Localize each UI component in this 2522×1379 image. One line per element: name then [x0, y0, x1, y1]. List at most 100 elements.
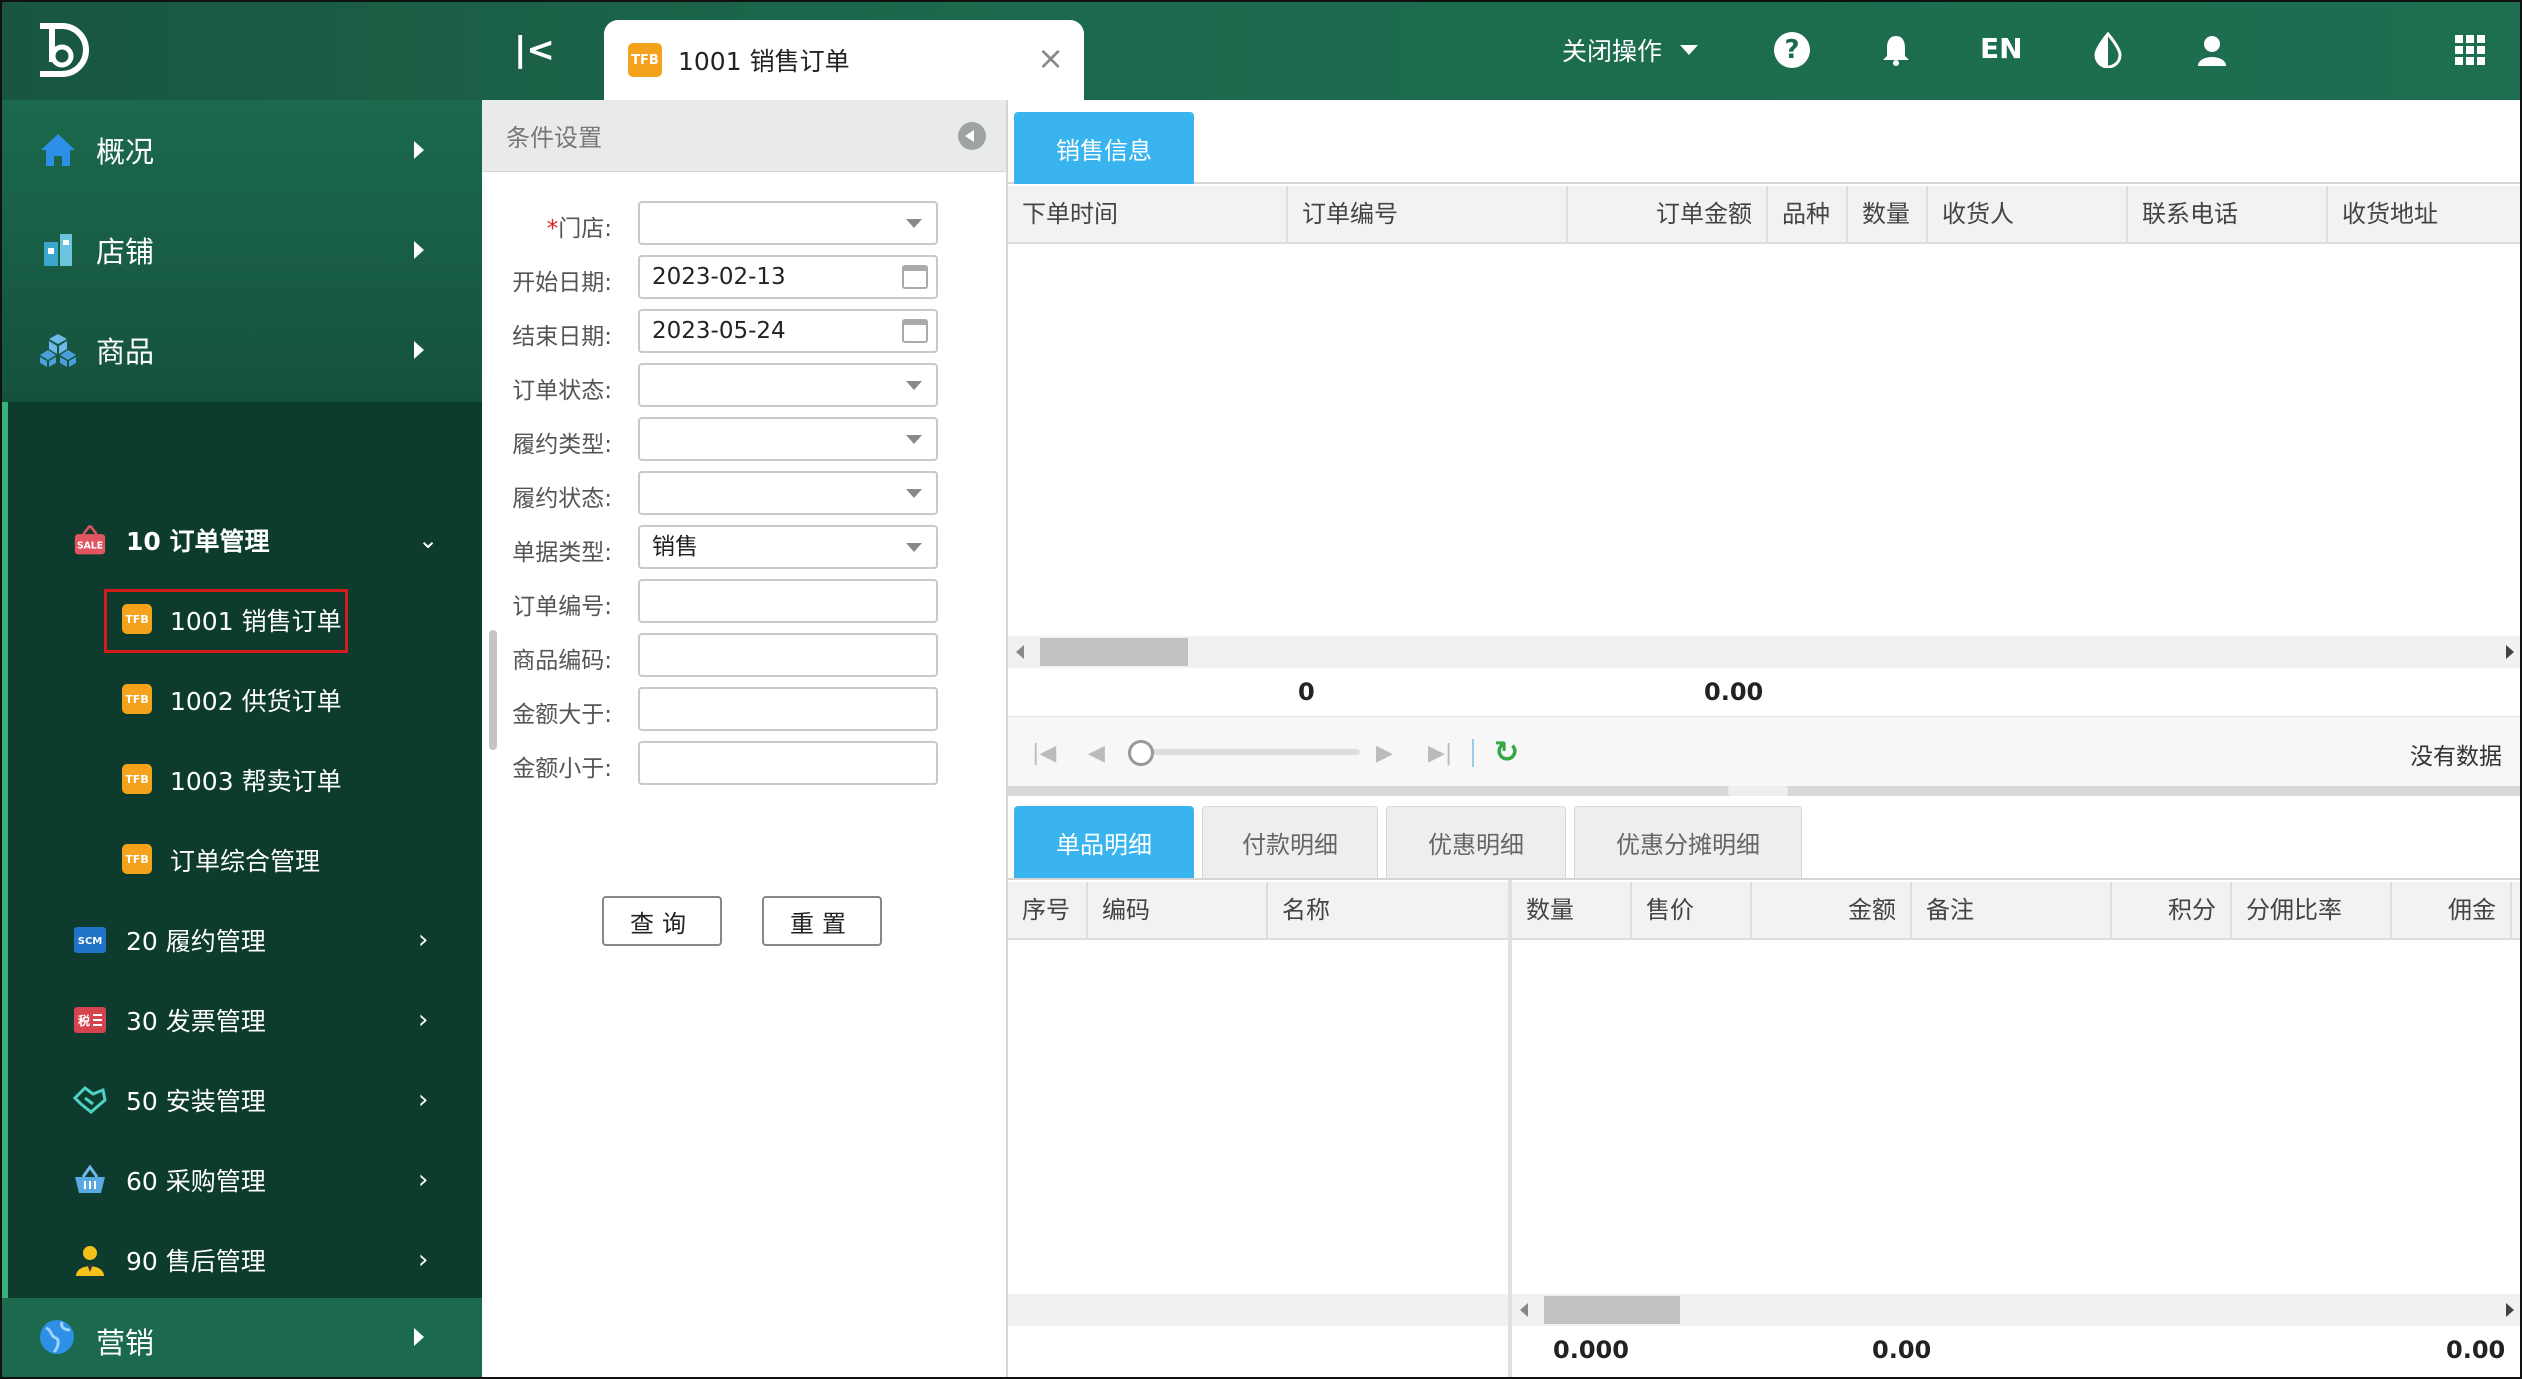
sidebar-item-supply-order[interactable]: TFB 1002 供货订单 [0, 660, 482, 740]
query-button[interactable]: 查询 [602, 896, 722, 946]
page-slider-track[interactable] [1136, 749, 1360, 755]
fulfill-status-label: 履约状态: [512, 486, 612, 512]
sidebar-item-consign-order[interactable]: TFB 1003 帮卖订单 [0, 740, 482, 820]
detail-sum-amount: 0.00 [1872, 1336, 1932, 1364]
scrollbar-thumb[interactable] [1544, 1296, 1680, 1324]
sidebar-item-aftersales[interactable]: 90 售后管理 › [0, 1220, 482, 1300]
amount-gt-row: 金额大于: [482, 687, 1008, 733]
close-tab-icon[interactable]: × [1037, 40, 1064, 76]
language-toggle[interactable]: EN [1980, 32, 2023, 65]
close-operations-label: 关闭操作 [1562, 37, 1663, 66]
column-header[interactable]: 分佣比率 [2232, 882, 2392, 938]
detail-grid-hscrollbar[interactable] [1512, 1294, 2522, 1326]
tab-item-detail[interactable]: 单品明细 [1014, 806, 1194, 878]
page-slider-knob[interactable] [1128, 740, 1154, 766]
column-header[interactable]: 数量 [1848, 186, 1928, 242]
scroll-left-icon[interactable] [1520, 1303, 1528, 1317]
chevron-right-icon [414, 341, 424, 359]
store-select[interactable] [638, 201, 938, 245]
horizontal-splitter[interactable] [1008, 786, 2522, 796]
column-header[interactable]: 数量 [1512, 882, 1632, 938]
sidebar-item-label: 营销 [96, 1326, 155, 1360]
column-header[interactable]: 品种 [1768, 186, 1848, 242]
product-code-row: 商品编码: [482, 633, 1008, 679]
tab-payment-detail[interactable]: 付款明细 [1202, 806, 1378, 878]
end-date-input[interactable]: 2023-05-24 [638, 309, 938, 353]
prev-page-icon[interactable]: ◀ [1088, 741, 1105, 766]
close-operations-dropdown[interactable]: 关闭操作 [1562, 32, 1699, 68]
sidebar-item-products[interactable]: 商品 [0, 300, 482, 400]
bell-icon[interactable] [1876, 30, 1916, 70]
sidebar-item-label: 90 售后管理 [126, 1247, 266, 1276]
sidebar-item-fulfillment[interactable]: SCM 20 履约管理 › [0, 900, 482, 980]
invoice-icon: 税 [72, 1002, 108, 1038]
scroll-right-icon[interactable] [2506, 645, 2514, 659]
panel-resize-handle[interactable] [489, 630, 497, 750]
column-header[interactable]: 金额 [1752, 882, 1912, 938]
app-logo-icon [40, 23, 89, 77]
sidebar-item-store[interactable]: 店铺 [0, 200, 482, 300]
column-header[interactable]: 收货地址 [2328, 186, 2522, 242]
user-icon[interactable] [2192, 30, 2232, 70]
help-icon[interactable]: ? [1772, 30, 1812, 70]
product-code-input[interactable] [638, 633, 938, 677]
column-header[interactable]: 积分 [2112, 882, 2232, 938]
sidebar-item-installation[interactable]: 50 安装管理 › [0, 1060, 482, 1140]
order-no-input[interactable] [638, 579, 938, 623]
refresh-icon[interactable]: ↻ [1494, 735, 1519, 770]
sidebar-item-invoice[interactable]: 税 30 发票管理 › [0, 980, 482, 1060]
amount-lt-input[interactable] [638, 741, 938, 785]
column-header[interactable]: 联系电话 [2128, 186, 2328, 242]
column-header[interactable]: 佣金 [2392, 882, 2512, 938]
column-header[interactable]: 序号 [1008, 882, 1088, 938]
sidebar-item-marketing[interactable]: 营销 [0, 1298, 482, 1379]
amount-gt-input[interactable] [638, 687, 938, 731]
column-header[interactable]: 编码 [1088, 882, 1268, 938]
tab-discount-allocation[interactable]: 优惠分摊明细 [1574, 806, 1802, 878]
tab-sales-order[interactable]: TFB 1001 销售订单 × [604, 20, 1084, 100]
sidebar-collapse-icon[interactable]: |< [514, 30, 555, 70]
collapse-panel-icon[interactable] [958, 122, 986, 150]
doc-type-select[interactable]: 销售 [638, 525, 938, 569]
sales-grid-hscrollbar[interactable] [1008, 636, 2522, 668]
sidebar-item-label: 30 发票管理 [126, 1007, 266, 1036]
last-page-icon[interactable]: ▶| [1428, 741, 1452, 766]
order-status-select[interactable] [638, 363, 938, 407]
sidebar-item-order-management[interactable]: SALE 10 订单管理 ⌄ [0, 500, 482, 580]
store-icon [38, 230, 78, 270]
first-page-icon[interactable]: |◀ [1032, 741, 1056, 766]
sidebar-item-purchase[interactable]: 60 采购管理 › [0, 1140, 482, 1220]
calendar-icon[interactable] [902, 265, 928, 289]
sidebar-item-order-overall[interactable]: TFB 订单综合管理 [0, 820, 482, 900]
next-page-icon[interactable]: ▶ [1376, 741, 1393, 766]
column-header[interactable]: 订单编号 [1288, 186, 1568, 242]
splitter-handle[interactable] [1728, 786, 1788, 796]
apps-grid-icon[interactable] [2450, 30, 2490, 70]
tab-discount-detail[interactable]: 优惠明细 [1386, 806, 1566, 878]
theme-contrast-icon[interactable] [2088, 30, 2128, 70]
chevron-right-icon: › [418, 1085, 429, 1115]
sidebar-item-overview[interactable]: 概况 [0, 100, 482, 200]
order-status-row: 订单状态: [482, 363, 1008, 409]
end-date-row: 结束日期: 2023-05-24 [482, 309, 1008, 355]
reset-button[interactable]: 重置 [762, 896, 882, 946]
scroll-left-icon[interactable] [1016, 645, 1024, 659]
tab-sales-info[interactable]: 销售信息 [1014, 112, 1194, 184]
scrollbar-thumb[interactable] [1040, 638, 1188, 666]
fulfill-status-select[interactable] [638, 471, 938, 515]
column-header[interactable]: 售价 [1632, 882, 1752, 938]
column-header[interactable]: 备注 [1912, 882, 2112, 938]
column-header[interactable]: 下单时间 [1008, 186, 1288, 242]
column-header[interactable]: 订单金额 [1568, 186, 1768, 242]
start-date-input[interactable]: 2023-02-13 [638, 255, 938, 299]
column-header[interactable]: 名称 [1268, 882, 1510, 938]
scroll-right-icon[interactable] [2506, 1303, 2514, 1317]
detail-sum-commission: 0.00 [2446, 1336, 2506, 1364]
column-header[interactable]: 收货人 [1928, 186, 2128, 242]
sales-tabstrip: 销售信息 [1008, 100, 2522, 184]
detail-sum-qty: 0.000 [1553, 1336, 1629, 1364]
handshake-icon [72, 1082, 108, 1118]
fulfill-type-select[interactable] [638, 417, 938, 461]
sidebar-item-label: 1003 帮卖订单 [170, 767, 342, 796]
calendar-icon[interactable] [902, 319, 928, 343]
